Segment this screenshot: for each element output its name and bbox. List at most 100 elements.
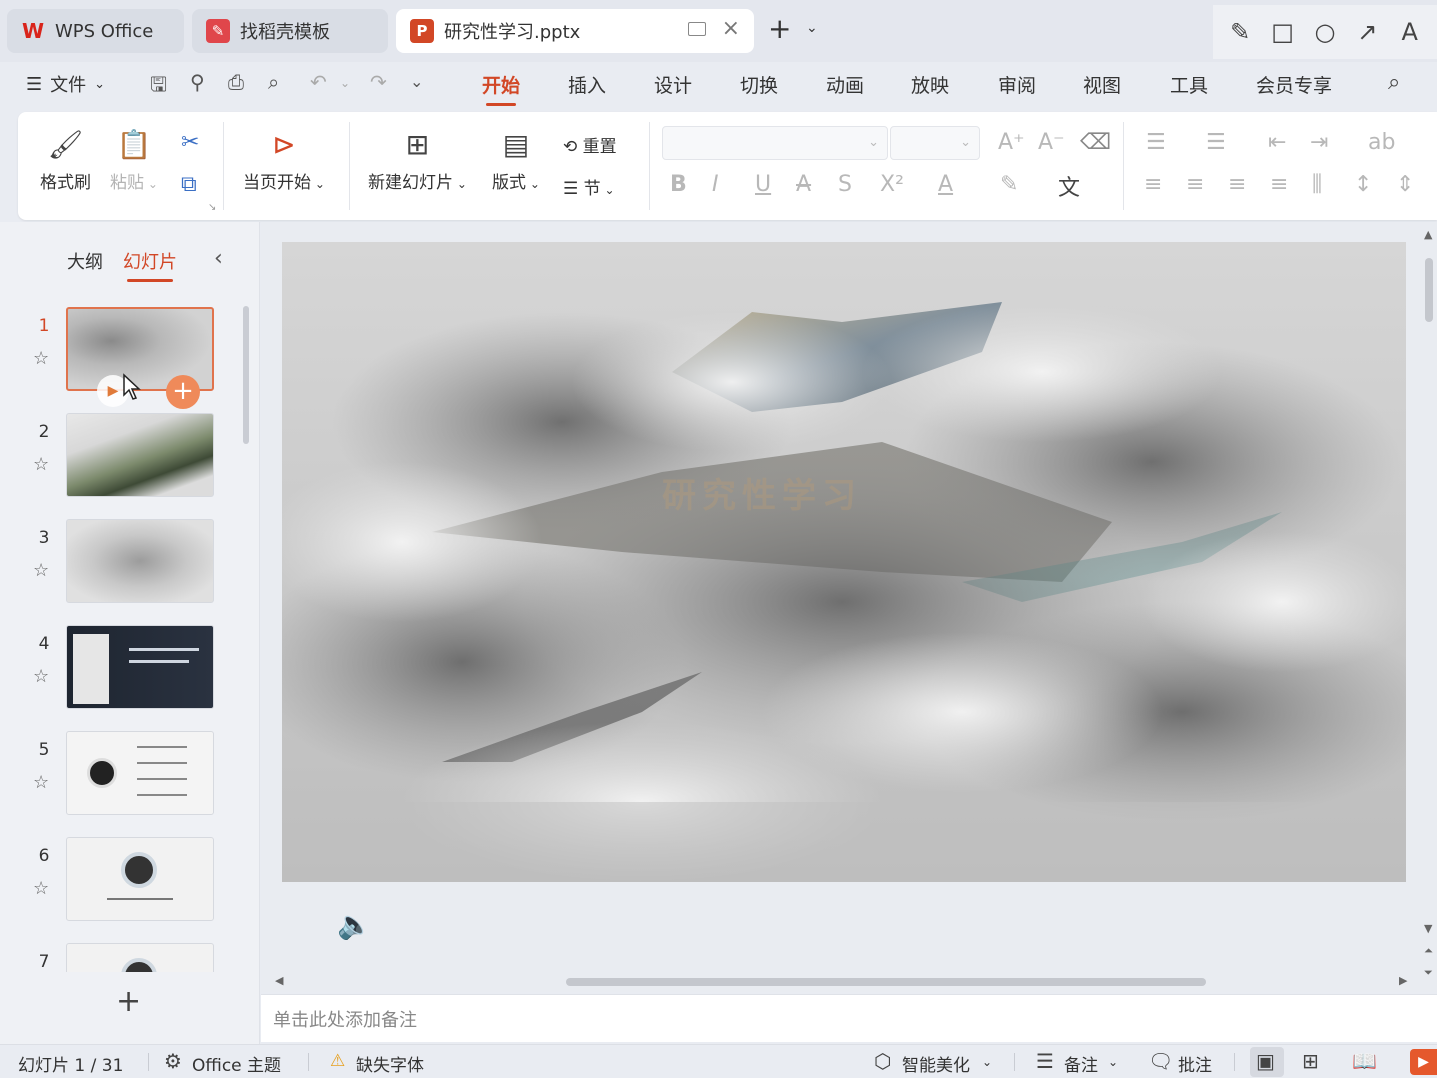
tab-document[interactable]: P 研究性学习.pptx × <box>396 9 754 53</box>
align-left-icon[interactable]: ≡ <box>1144 172 1162 197</box>
scroll-left-icon[interactable]: ◀ <box>275 974 283 987</box>
reading-view-icon[interactable]: 📖 <box>1352 1049 1377 1073</box>
slide-thumbnail[interactable] <box>66 625 214 709</box>
circle-icon[interactable]: ○ <box>1308 18 1342 46</box>
play-slideshow-icon[interactable]: ▶ <box>1410 1049 1437 1075</box>
decrease-indent-icon[interactable]: ⇤ <box>1268 130 1286 155</box>
highlight-icon[interactable]: ✎ <box>1000 172 1018 197</box>
pen-icon[interactable]: ✎ <box>1223 18 1257 46</box>
font-size-select[interactable]: ⌄ <box>890 126 980 160</box>
tab-transitions[interactable]: 切换 <box>740 71 778 98</box>
smart-beautify-button[interactable]: 智能美化 <box>902 1051 970 1076</box>
collapse-pane-icon[interactable]: ‹ <box>214 246 223 271</box>
align-right-icon[interactable]: ≡ <box>1228 172 1246 197</box>
decrease-font-icon[interactable]: A⁻ <box>1038 130 1065 155</box>
copy-icon[interactable]: ⧉ <box>181 172 197 197</box>
tab-member[interactable]: 会员专享 <box>1256 71 1332 98</box>
phonetic-guide-icon[interactable]: 文 <box>1058 170 1080 202</box>
cut-icon[interactable]: ✂ <box>181 130 199 155</box>
format-painter-button[interactable]: 🖌 格式刷 <box>40 128 91 193</box>
window-mode-icon[interactable] <box>688 22 706 36</box>
star-icon[interactable]: ☆ <box>33 560 49 581</box>
tab-slideshow[interactable]: 放映 <box>911 71 949 98</box>
font-color-icon[interactable]: A <box>938 172 953 197</box>
horizontal-scrollbar[interactable] <box>566 978 1206 986</box>
justify-icon[interactable]: ≡ <box>1270 172 1288 197</box>
vertical-scrollbar[interactable] <box>1425 258 1433 322</box>
missing-font-button[interactable]: 缺失字体 <box>356 1051 424 1076</box>
prev-slide-icon[interactable]: ⏶ <box>1424 944 1433 958</box>
slide-thumbnail[interactable] <box>66 731 214 815</box>
chevron-down-icon[interactable]: ⌄ <box>806 20 818 36</box>
current-slide[interactable]: 研究性学习 <box>282 242 1406 882</box>
line-spacing-icon[interactable]: ↕ <box>1354 172 1372 197</box>
next-slide-icon[interactable]: ⏷ <box>1424 966 1433 980</box>
text-icon[interactable]: A <box>1393 18 1427 46</box>
arrow-icon[interactable]: ↗ <box>1350 18 1384 46</box>
add-slide-icon[interactable]: + <box>116 984 141 1019</box>
tab-docer-templates[interactable]: ✎ 找稻壳模板 <box>192 9 388 53</box>
notes-toggle-button[interactable]: 备注 <box>1064 1051 1098 1076</box>
dialog-launcher-icon[interactable]: ↘ <box>208 202 216 213</box>
slide-item-4[interactable]: 4 ☆ <box>0 620 240 716</box>
underline-icon[interactable]: U <box>755 172 771 197</box>
tab-home[interactable]: 开始 <box>482 71 520 106</box>
font-family-select[interactable]: ⌄ <box>662 126 888 160</box>
notes-area[interactable]: 单击此处添加备注 <box>261 994 1437 1042</box>
tab-review[interactable]: 审阅 <box>998 71 1036 98</box>
print-preview-icon[interactable]: ⌕ <box>268 70 279 94</box>
close-icon[interactable]: × <box>722 17 740 41</box>
slides-pane-scrollbar[interactable] <box>243 306 249 444</box>
star-icon[interactable]: ☆ <box>33 454 49 475</box>
chevron-down-icon[interactable]: ⌄ <box>1108 1055 1118 1069</box>
scroll-up-icon[interactable]: ▲ <box>1424 228 1432 241</box>
increase-font-icon[interactable]: A⁺ <box>998 130 1025 155</box>
tab-wps-office[interactable]: W WPS Office <box>7 9 184 53</box>
normal-view-icon[interactable]: ▣ <box>1256 1049 1275 1073</box>
tab-outline[interactable]: 大纲 <box>67 248 103 274</box>
text-direction-icon[interactable]: ab <box>1368 130 1395 155</box>
slide-item-7[interactable]: 7 <box>0 938 240 972</box>
more-chevron-icon[interactable]: ⌄ <box>410 72 423 91</box>
chevron-down-icon[interactable]: ⌄ <box>982 1055 992 1069</box>
tab-tools[interactable]: 工具 <box>1170 71 1208 98</box>
shadow-icon[interactable]: S <box>838 172 852 197</box>
start-from-current-button[interactable]: ⊳ 当页开始 ⌄ <box>243 128 325 193</box>
slide-thumbnail[interactable] <box>66 943 214 972</box>
align-center-icon[interactable]: ≡ <box>1186 172 1204 197</box>
undo-icon[interactable]: ↶ <box>310 70 327 94</box>
paste-button[interactable]: 📋 粘贴 ⌄ <box>110 128 158 193</box>
print-icon[interactable]: ⎙ <box>228 70 244 94</box>
slide-item-2[interactable]: 2 ☆ <box>0 408 240 504</box>
increase-indent-icon[interactable]: ⇥ <box>1310 130 1328 155</box>
scroll-down-icon[interactable]: ▼ <box>1424 922 1432 935</box>
star-icon[interactable]: ☆ <box>33 666 49 687</box>
tab-design[interactable]: 设计 <box>654 71 692 98</box>
slide-thumbnail[interactable] <box>66 519 214 603</box>
italic-icon[interactable]: I <box>712 172 719 197</box>
paragraph-spacing-icon[interactable]: ⇕ <box>1396 172 1414 197</box>
slide-thumbnail[interactable] <box>66 413 214 497</box>
clear-format-icon[interactable]: ⌫ <box>1080 130 1111 155</box>
insert-slide-icon[interactable]: + <box>166 375 200 409</box>
bold-icon[interactable]: B <box>670 172 687 197</box>
redo-icon[interactable]: ↷ <box>370 70 387 94</box>
comments-button[interactable]: 批注 <box>1178 1051 1212 1076</box>
reset-button[interactable]: ⟲ 重置 <box>563 132 617 157</box>
new-tab-plus-icon[interactable]: + <box>768 14 791 44</box>
rectangle-icon[interactable]: □ <box>1266 18 1300 46</box>
superscript-icon[interactable]: X² <box>880 172 904 197</box>
tab-view[interactable]: 视图 <box>1083 71 1121 98</box>
slide-item-6[interactable]: 6 ☆ <box>0 832 240 928</box>
layout-button[interactable]: ▤ 版式 ⌄ <box>492 128 540 193</box>
new-slide-button[interactable]: ⊞ 新建幻灯片 ⌄ <box>368 128 467 193</box>
strikethrough-icon[interactable]: A <box>796 172 811 197</box>
distribute-icon[interactable]: ⫼ <box>1312 172 1322 197</box>
slide-thumbnail[interactable] <box>66 837 214 921</box>
bullet-list-icon[interactable]: ☰ <box>1146 130 1166 155</box>
tab-slides[interactable]: 幻灯片 <box>123 248 177 282</box>
file-menu-button[interactable]: ☰ 文件 ⌄ <box>26 71 105 97</box>
star-icon[interactable]: ☆ <box>33 772 49 793</box>
tab-insert[interactable]: 插入 <box>568 71 606 98</box>
star-icon[interactable]: ☆ <box>33 878 49 899</box>
